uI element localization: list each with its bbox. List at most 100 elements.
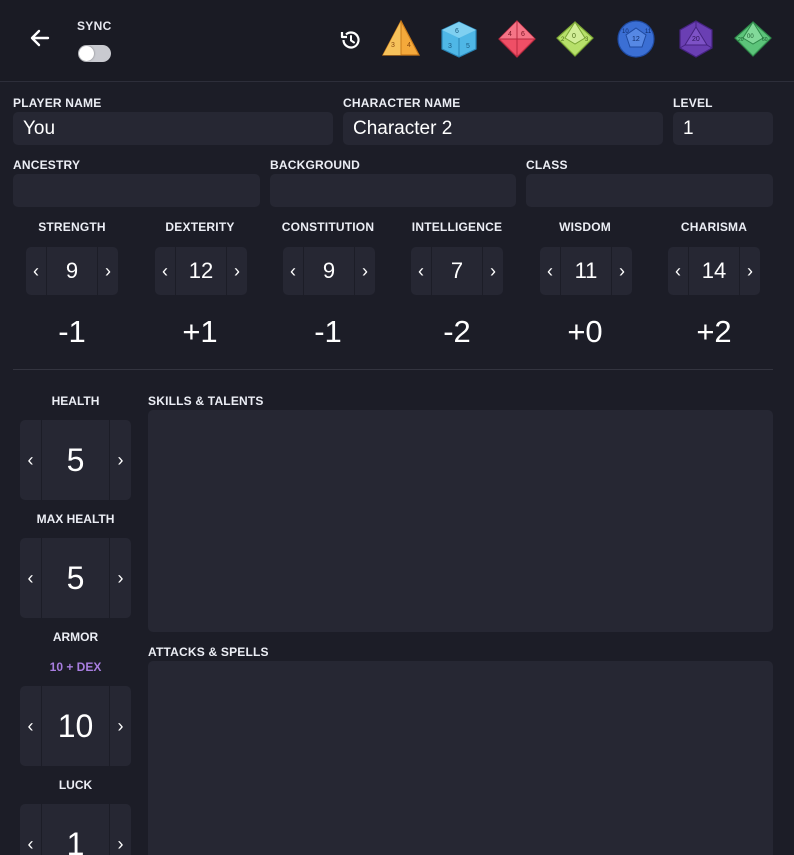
dexterity-increment-button[interactable]: › (226, 247, 247, 295)
level-input[interactable]: 1 (673, 112, 773, 145)
max-health-value: 5 (66, 559, 85, 596)
svg-text:3: 3 (391, 42, 395, 49)
back-arrow-icon[interactable] (26, 24, 54, 52)
strength-modifier: -1 (58, 314, 86, 349)
armor-value: 10 (57, 707, 94, 744)
intelligence-stepper: ‹ 7 › (411, 247, 503, 295)
d12-die-icon[interactable]: 12 10 11 (616, 19, 656, 59)
charisma-increment-button[interactable]: › (739, 247, 760, 295)
svg-text:20: 20 (738, 37, 744, 43)
armor-stepper: ‹ 10 › (20, 686, 131, 766)
skills-talents-label: SKILLS & TALENTS (148, 394, 264, 408)
strength-increment-button[interactable]: › (97, 247, 118, 295)
strength-stepper: ‹ 9 › (26, 247, 118, 295)
background-label: BACKGROUND (270, 158, 360, 172)
svg-text:00: 00 (747, 34, 754, 40)
level-label: LEVEL (673, 96, 713, 110)
max-health-decrement-button[interactable]: ‹ (20, 538, 42, 618)
max-health-label: MAX HEALTH (36, 512, 115, 526)
wisdom-value: 11 (574, 258, 598, 283)
svg-text:6: 6 (521, 31, 525, 38)
d20-die-icon[interactable]: 20 (676, 19, 716, 59)
health-increment-button[interactable]: › (109, 420, 131, 500)
health-label: HEALTH (51, 394, 100, 408)
health-value: 5 (66, 441, 85, 478)
top-bar: SYNC 34 635 46 023 12 10 11 20 00 20 60 (0, 0, 794, 82)
svg-text:10: 10 (622, 29, 629, 35)
intelligence-modifier: -2 (443, 314, 471, 349)
dexterity-stepper: ‹ 12 › (155, 247, 247, 295)
health-decrement-button[interactable]: ‹ (20, 420, 42, 500)
section-divider (13, 369, 773, 370)
d6-die-icon[interactable]: 6 3 5 (439, 19, 479, 59)
svg-text:5: 5 (466, 43, 470, 50)
stat-label-intelligence: INTELLIGENCE (411, 220, 503, 234)
charisma-stepper: ‹ 14 › (668, 247, 760, 295)
ancestry-label: ANCESTRY (13, 158, 81, 172)
max-health-stepper: ‹ 5 › (20, 538, 131, 618)
armor-formula: 10 + DEX (49, 660, 102, 674)
luck-increment-button[interactable]: › (109, 804, 131, 855)
luck-value: 1 (66, 825, 85, 855)
svg-text:60: 60 (762, 37, 768, 43)
history-icon[interactable] (339, 28, 363, 52)
attacks-spells-textarea[interactable] (148, 661, 773, 855)
player-name-label: PLAYER NAME (13, 96, 102, 110)
intelligence-increment-button[interactable]: › (482, 247, 503, 295)
armor-increment-button[interactable]: › (109, 686, 131, 766)
luck-decrement-button[interactable]: ‹ (20, 804, 42, 855)
svg-text:11: 11 (645, 29, 652, 35)
character-name-input[interactable]: Character 2 (343, 112, 663, 145)
intelligence-decrement-button[interactable]: ‹ (411, 247, 432, 295)
character-name-label: CHARACTER NAME (343, 96, 461, 110)
sync-label: SYNC (77, 19, 112, 33)
attacks-spells-label: ATTACKS & SPELLS (148, 645, 269, 659)
svg-text:3: 3 (448, 43, 452, 50)
constitution-modifier: -1 (314, 314, 342, 349)
svg-text:20: 20 (692, 36, 700, 43)
skills-talents-textarea[interactable] (148, 410, 773, 632)
constitution-increment-button[interactable]: › (354, 247, 375, 295)
wisdom-modifier: +0 (567, 314, 603, 349)
strength-decrement-button[interactable]: ‹ (26, 247, 47, 295)
dexterity-decrement-button[interactable]: ‹ (155, 247, 176, 295)
constitution-stepper: ‹ 9 › (283, 247, 375, 295)
luck-label: LUCK (58, 778, 93, 792)
background-input[interactable] (270, 174, 516, 207)
stat-label-constitution: CONSTITUTION (281, 220, 375, 234)
svg-text:0: 0 (572, 33, 576, 40)
svg-text:4: 4 (508, 31, 512, 38)
armor-label: ARMOR (52, 630, 99, 644)
class-label: CLASS (526, 158, 568, 172)
svg-text:4: 4 (407, 42, 411, 49)
d8-die-icon[interactable]: 46 (497, 19, 537, 59)
dexterity-value: 12 (188, 258, 214, 283)
sync-toggle[interactable] (78, 45, 111, 62)
player-name-input[interactable]: You (13, 112, 333, 145)
wisdom-stepper: ‹ 11 › (540, 247, 632, 295)
health-stepper: ‹ 5 › (20, 420, 131, 500)
d4-die-icon[interactable]: 34 (381, 19, 421, 59)
luck-stepper: ‹ 1 › (20, 804, 131, 855)
svg-text:6: 6 (455, 28, 459, 35)
constitution-decrement-button[interactable]: ‹ (283, 247, 304, 295)
charisma-decrement-button[interactable]: ‹ (668, 247, 689, 295)
d100-die-icon[interactable]: 00 20 60 (733, 19, 773, 59)
d10-die-icon[interactable]: 023 (555, 19, 595, 59)
dexterity-modifier: +1 (182, 314, 218, 349)
armor-decrement-button[interactable]: ‹ (20, 686, 42, 766)
stat-label-dexterity: DEXTERITY (165, 220, 235, 234)
intelligence-value: 7 (450, 258, 464, 283)
strength-value: 9 (65, 258, 79, 283)
stat-label-wisdom: WISDOM (559, 220, 611, 234)
class-input[interactable] (526, 174, 773, 207)
wisdom-increment-button[interactable]: › (611, 247, 632, 295)
max-health-increment-button[interactable]: › (109, 538, 131, 618)
stat-label-charisma: CHARISMA (680, 220, 748, 234)
constitution-value: 9 (322, 258, 336, 283)
charisma-modifier: +2 (696, 314, 732, 349)
wisdom-decrement-button[interactable]: ‹ (540, 247, 561, 295)
stat-label-strength: STRENGTH (38, 220, 106, 234)
ancestry-input[interactable] (13, 174, 260, 207)
toggle-knob (79, 46, 94, 61)
